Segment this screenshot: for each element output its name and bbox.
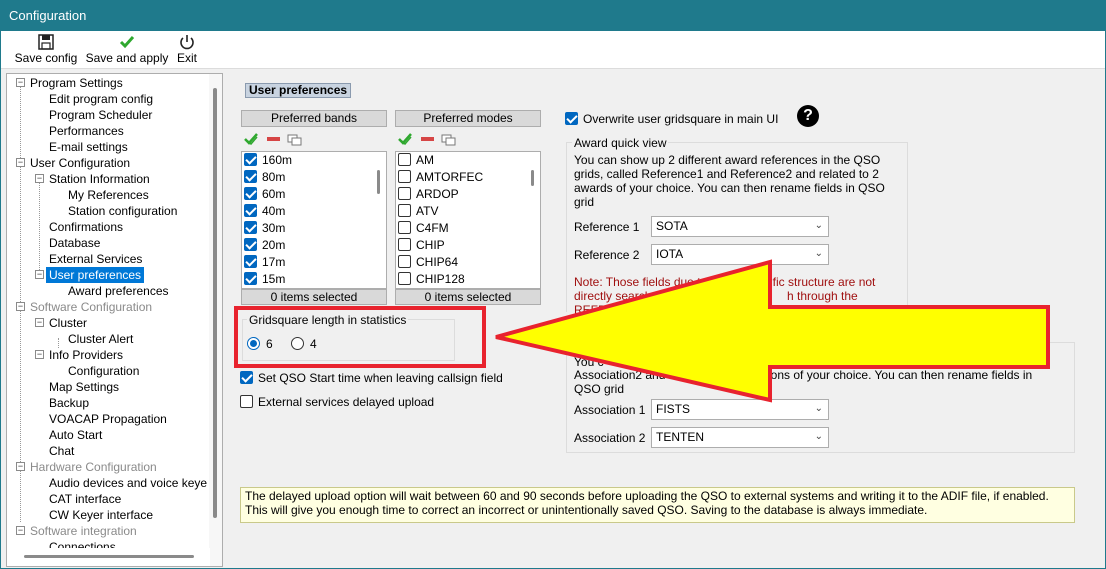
yellow-arrow-icon	[495, 259, 1050, 403]
arrow-annotation	[495, 259, 1050, 403]
